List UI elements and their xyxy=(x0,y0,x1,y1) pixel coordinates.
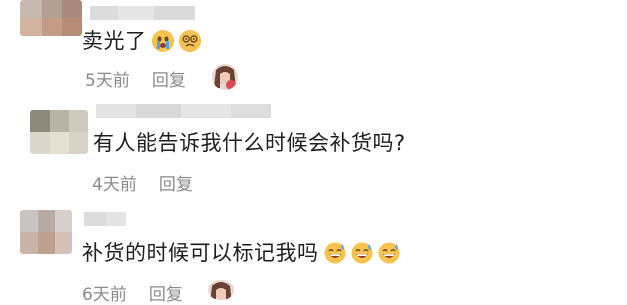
avatar[interactable] xyxy=(20,0,82,36)
username-blurred[interactable] xyxy=(96,104,271,118)
comment-meta: 4天前 回复 xyxy=(92,170,193,195)
comment-time: 5天前 xyxy=(85,71,130,91)
username-blurred[interactable] xyxy=(90,6,195,20)
grinning-sweat-icon xyxy=(378,242,400,264)
reply-button[interactable]: 回复 xyxy=(159,170,193,195)
reply-button[interactable]: 回复 xyxy=(152,66,186,91)
comment-time: 4天前 xyxy=(92,175,137,195)
comment-time: 6天前 xyxy=(82,285,127,305)
comment-item: 有人能告诉我什么时候会补货吗? 4天前 回复 xyxy=(0,100,627,200)
comment-text: 卖光了 xyxy=(82,28,201,54)
grinning-sweat-icon xyxy=(324,242,346,264)
comment-item: 补货的时候可以标记我吗 6天前 回复 xyxy=(0,200,627,305)
comment-meta: 6天前 回复 xyxy=(82,280,183,305)
username-blurred[interactable] xyxy=(84,212,126,226)
comment-meta: 5天前 回复 xyxy=(85,66,186,91)
comment-text: 补货的时候可以标记我吗 xyxy=(82,240,400,266)
crying-face-icon xyxy=(151,30,174,52)
avatar[interactable] xyxy=(30,110,88,154)
author-liked-avatar xyxy=(208,280,234,300)
reply-button[interactable]: 回复 xyxy=(149,280,183,305)
comment-text-content: 有人能告诉我什么时候会补货吗? xyxy=(93,131,406,155)
author-liked-avatar xyxy=(212,64,238,90)
grinning-sweat-icon xyxy=(351,242,373,264)
dizzy-face-icon xyxy=(178,30,201,52)
avatar[interactable] xyxy=(20,210,72,254)
comment-text: 有人能告诉我什么时候会补货吗? xyxy=(93,130,406,156)
comment-text-content: 补货的时候可以标记我吗 xyxy=(82,241,319,265)
comment-text-content: 卖光了 xyxy=(82,29,147,53)
comment-item: 卖光了 5天前 回复 xyxy=(0,0,627,100)
